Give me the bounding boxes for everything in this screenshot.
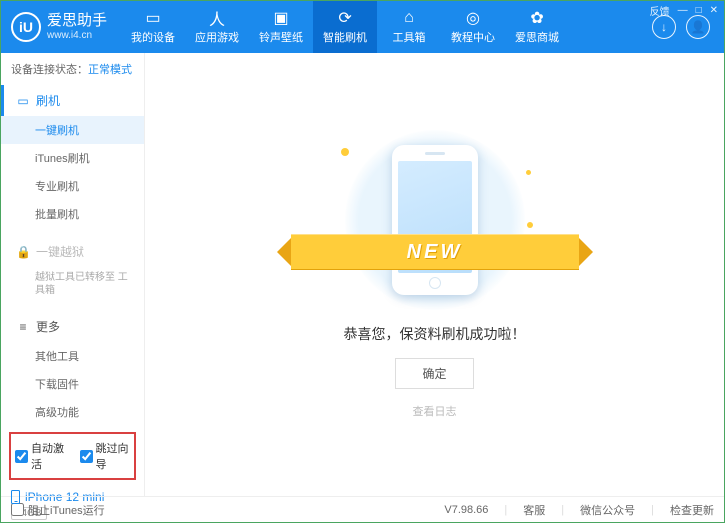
nav-flash[interactable]: ⟳智能刷机 [313,1,377,53]
connection-status: 设备连接状态：正常模式 [1,53,144,85]
wechat-link[interactable]: 微信公众号 [580,502,635,518]
nav-toolbox[interactable]: ⌂工具箱 [377,1,441,53]
section-more: ≡ 更多 其他工具 下载固件 高级功能 [1,311,144,426]
apps-icon: 人 [209,9,225,27]
logo-icon: iU [11,12,41,42]
nav-store[interactable]: ✿爱思商城 [505,1,569,53]
version-label: V7.98.66 [444,504,488,516]
sidebar-item-itunes[interactable]: iTunes刷机 [1,144,144,172]
app-name: 爱思助手 [47,13,107,30]
section-more-head[interactable]: ≡ 更多 [1,311,144,342]
ribbon-text: NEW [291,234,579,270]
sidebar-item-oneclick[interactable]: 一键刷机 [1,116,144,144]
tutorial-icon: ◎ [466,9,480,27]
main-content: NEW 恭喜您，保资料刷机成功啦！ 确定 查看日志 [145,53,724,496]
section-flash-head[interactable]: ▭ 刷机 [1,85,144,116]
nav-tutorials[interactable]: ◎教程中心 [441,1,505,53]
check-update-link[interactable]: 检查更新 [670,502,714,518]
store-icon: ✿ [530,9,543,27]
flash-options: 自动激活 跳过向导 [9,432,136,480]
success-illustration: NEW [335,130,535,310]
body: 设备连接状态：正常模式 ▭ 刷机 一键刷机 iTunes刷机 专业刷机 批量刷机… [1,53,724,496]
minimize-button[interactable]: — [678,5,688,16]
section-jailbreak: 🔒 一键越狱 越狱工具已转移至 工具箱 [1,236,144,303]
toolbox-icon: ⌂ [404,9,414,27]
app-url: www.i4.cn [47,30,107,41]
sidebar-item-advanced[interactable]: 高级功能 [1,398,144,426]
sidebar-item-pro[interactable]: 专业刷机 [1,172,144,200]
confirm-button[interactable]: 确定 [395,358,473,389]
check-skip-guide[interactable]: 跳过向导 [80,440,131,472]
flash-icon: ⟳ [338,9,351,27]
check-auto-activate[interactable]: 自动激活 [15,440,66,472]
nav-apps[interactable]: 人应用游戏 [185,1,249,53]
logo: iU 爱思助手 www.i4.cn [1,1,121,53]
nav-ringtones[interactable]: ▣铃声壁纸 [249,1,313,53]
app-window: 反馈 — □ ✕ iU 爱思助手 www.i4.cn ▭我的设备 人应用游戏 ▣… [0,0,725,523]
nav-my-device[interactable]: ▭我的设备 [121,1,185,53]
download-button[interactable]: ↓ [652,15,676,39]
status-value: 正常模式 [88,64,132,76]
main-nav: ▭我的设备 人应用游戏 ▣铃声壁纸 ⟳智能刷机 ⌂工具箱 ◎教程中心 ✿爱思商城 [121,1,652,53]
view-log-link[interactable]: 查看日志 [413,403,457,419]
user-button[interactable]: 👤 [686,15,710,39]
success-message: 恭喜您，保资料刷机成功啦！ [344,324,526,344]
device-phone-icon [11,490,20,504]
sidebar-item-batch[interactable]: 批量刷机 [1,200,144,228]
menu-icon: ≡ [16,320,30,334]
footer: 阻止iTunes运行 V7.98.66 | 客服 | 微信公众号 | 检查更新 [1,496,724,522]
section-jailbreak-head[interactable]: 🔒 一键越狱 [1,236,144,267]
sidebar-item-othertools[interactable]: 其他工具 [1,342,144,370]
device-icon: ▭ [145,9,160,27]
section-flash: ▭ 刷机 一键刷机 iTunes刷机 专业刷机 批量刷机 [1,85,144,228]
phone-icon: ▭ [16,94,30,108]
block-itunes-check[interactable]: 阻止iTunes运行 [11,502,105,518]
header: 反馈 — □ ✕ iU 爱思助手 www.i4.cn ▭我的设备 人应用游戏 ▣… [1,1,724,53]
jailbreak-note: 越狱工具已转移至 工具箱 [1,267,144,303]
close-button[interactable]: ✕ [710,5,718,16]
sidebar-item-firmware[interactable]: 下载固件 [1,370,144,398]
sidebar: 设备连接状态：正常模式 ▭ 刷机 一键刷机 iTunes刷机 专业刷机 批量刷机… [1,53,145,496]
service-link[interactable]: 客服 [523,502,545,518]
lock-icon: 🔒 [16,245,30,259]
ringtone-icon: ▣ [273,9,288,27]
